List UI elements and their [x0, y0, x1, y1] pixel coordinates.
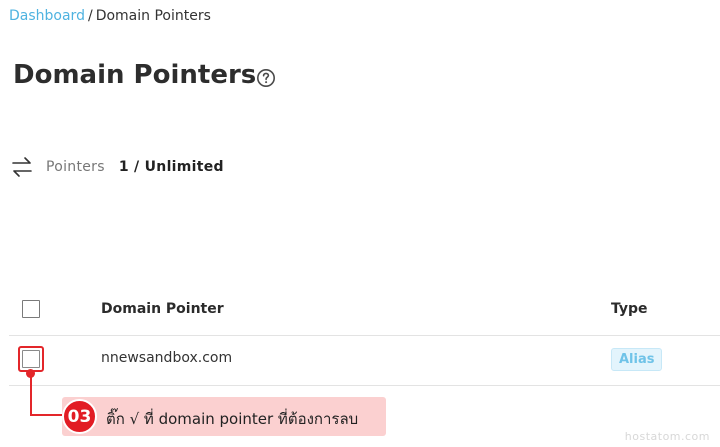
breadcrumb: Dashboard / Domain Pointers [9, 8, 211, 24]
pointers-label: Pointers [46, 159, 105, 175]
question-circle-icon[interactable] [256, 68, 276, 88]
table-header: Domain Pointer Type [9, 289, 720, 336]
column-header-type[interactable]: Type [611, 301, 648, 317]
callout-line-horizontal [30, 414, 66, 416]
page: Dashboard / Domain Pointers Domain Pointer… [0, 0, 720, 447]
callout-dot [26, 369, 35, 378]
breadcrumb-dashboard-link[interactable]: Dashboard [9, 8, 85, 24]
domain-pointers-table: Domain Pointer Type nnewsandbox.com Alia… [9, 289, 720, 386]
annotation-step-number: 03 [62, 399, 97, 434]
pointers-value: 1 / Unlimited [118, 159, 224, 175]
domain-cell[interactable]: nnewsandbox.com [101, 350, 232, 366]
annotation-text: ติ๊ก √ ที่ domain pointer ที่ต้องการลบ [106, 410, 359, 428]
pointers-usage: Pointers 1 / Unlimited [10, 154, 224, 180]
breadcrumb-current: Domain Pointers [95, 8, 211, 24]
swap-arrows-icon [12, 157, 32, 177]
breadcrumb-separator: / [87, 8, 93, 24]
watermark: hostatom.com [624, 430, 710, 443]
page-title: Domain Pointers [13, 60, 257, 90]
table-row: nnewsandbox.com Alias [9, 336, 720, 386]
type-badge: Alias [611, 348, 663, 371]
callout-line-vertical [30, 372, 32, 416]
column-header-domain[interactable]: Domain Pointer [101, 301, 224, 317]
select-all-checkbox[interactable] [22, 300, 40, 318]
